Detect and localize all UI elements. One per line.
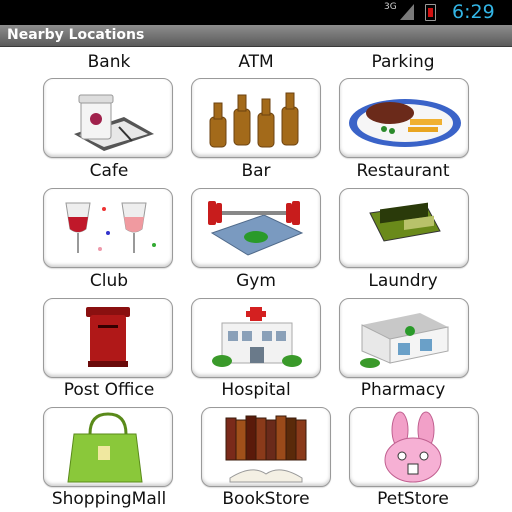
location-label-cafe: Cafe (89, 161, 129, 181)
battery-icon (425, 4, 436, 21)
location-button-petstore[interactable] (349, 407, 479, 487)
location-button-gym[interactable] (191, 188, 321, 268)
location-button-hospital[interactable] (191, 298, 321, 378)
location-label-atm[interactable]: ATM (238, 52, 273, 72)
location-button-laundry[interactable] (339, 188, 469, 268)
location-label-gym: Gym (236, 271, 276, 291)
location-label-laundry: Laundry (368, 271, 438, 291)
location-button-club[interactable] (43, 188, 173, 268)
location-label-post-office: Post Office (63, 380, 155, 400)
pharmacy-building-icon (360, 313, 449, 368)
location-label-petstore: PetStore (377, 489, 449, 509)
postbox-icon (86, 307, 130, 367)
location-label-bank[interactable]: Bank (88, 52, 131, 72)
location-label-hospital: Hospital (221, 380, 291, 400)
location-label-pharmacy: Pharmacy (360, 380, 446, 400)
location-button-bar[interactable] (191, 78, 321, 158)
shopping-bag-icon (67, 412, 143, 483)
location-label-parking[interactable]: Parking (371, 52, 434, 72)
page-title: Nearby Locations (7, 27, 145, 43)
location-label-club: Club (89, 271, 129, 291)
books-icon (225, 415, 307, 483)
status-bar: 3G 6:29 (0, 0, 512, 25)
signal-icon (400, 4, 414, 20)
hospital-building-icon (212, 307, 302, 367)
location-label-shoppingmall: ShoppingMall (51, 489, 167, 509)
location-button-restaurant[interactable] (339, 78, 469, 158)
steak-plate-icon (349, 99, 461, 147)
location-label-bar: Bar (241, 161, 271, 181)
beer-bottles-icon (209, 92, 299, 148)
barbell-icon (208, 201, 304, 256)
location-button-cafe[interactable] (43, 78, 173, 158)
clock: 6:29 (452, 1, 495, 23)
location-button-post-office[interactable] (43, 298, 173, 378)
coffee-cup-icon (74, 94, 154, 151)
location-button-shoppingmall[interactable] (43, 407, 173, 487)
location-label-bookstore: BookStore (222, 489, 310, 509)
network-type: 3G (384, 2, 397, 12)
wine-glasses-icon (65, 202, 156, 253)
location-button-bookstore[interactable] (201, 407, 331, 487)
location-label-restaurant: Restaurant (356, 161, 450, 181)
location-button-pharmacy[interactable] (339, 298, 469, 378)
washboard-icon (369, 202, 441, 242)
bunny-icon (384, 411, 442, 483)
title-bar: Nearby Locations (0, 25, 512, 47)
